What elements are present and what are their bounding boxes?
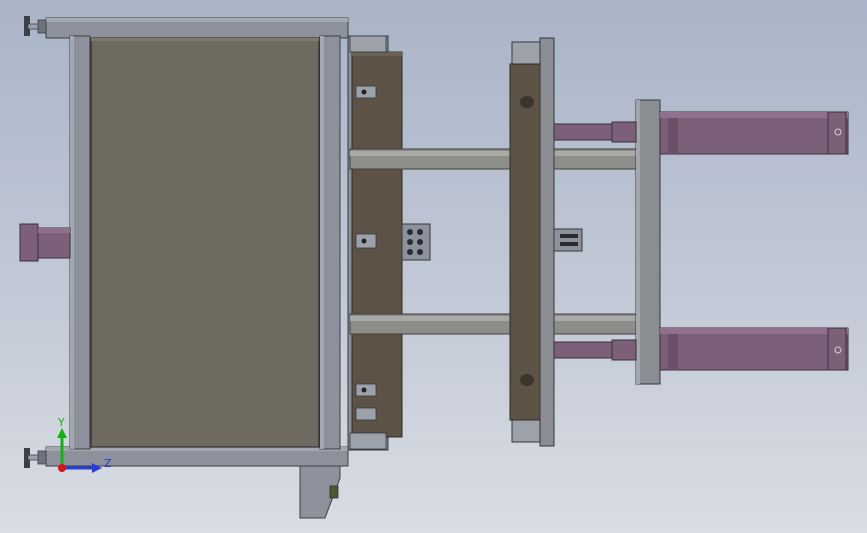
assembly-drawing: Y Z <box>19 16 849 519</box>
y-axis-label: Y <box>57 416 65 429</box>
moving-platen <box>509 37 583 447</box>
panel <box>90 37 320 448</box>
cad-viewport[interactable]: Y Z <box>0 0 867 533</box>
leveling-feet <box>19 16 71 468</box>
end-plate <box>635 99 661 385</box>
z-axis-label: Z <box>104 457 112 470</box>
mold-plate <box>347 35 431 451</box>
y-axis-arrow-icon <box>57 428 67 438</box>
origin-dot <box>58 464 66 472</box>
